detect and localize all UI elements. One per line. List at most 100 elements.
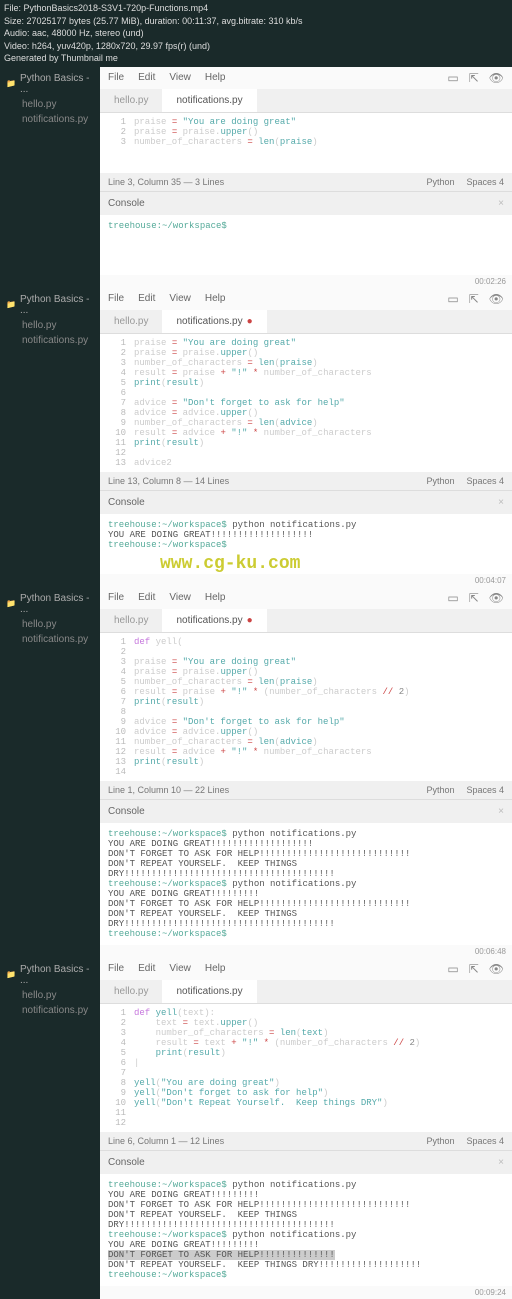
pointer-icon[interactable]: ⇱ — [469, 292, 479, 306]
file-hello-py[interactable]: hello.py — [0, 318, 100, 333]
menu-file[interactable]: File — [108, 963, 124, 974]
status-spaces[interactable]: Spaces 4 — [466, 785, 504, 795]
pointer-icon[interactable]: ⇱ — [469, 71, 479, 85]
line-number: 9 — [108, 717, 126, 727]
folder-icon: 📁 — [6, 599, 16, 608]
tab-hello[interactable]: hello.py — [100, 609, 162, 632]
menu-help[interactable]: Help — [205, 72, 226, 83]
code-line: 6 — [108, 388, 504, 398]
status-spaces[interactable]: Spaces 4 — [466, 476, 504, 486]
status-language[interactable]: Python — [426, 1136, 454, 1146]
line-number: 7 — [108, 697, 126, 707]
menu-edit[interactable]: Edit — [138, 293, 155, 304]
file-notifications-py[interactable]: notifications.py — [0, 632, 100, 647]
menu-file[interactable]: File — [108, 592, 124, 603]
meta-size: Size: 27025177 bytes (25.77 MiB), durati… — [4, 15, 508, 28]
preview-icon[interactable]: ▭ — [447, 71, 458, 85]
line-number: 10 — [108, 1098, 126, 1108]
pointer-icon[interactable]: ⇱ — [469, 591, 479, 605]
console-output[interactable]: treehouse:~/workspace$ — [100, 215, 512, 275]
menu-edit[interactable]: Edit — [138, 72, 155, 83]
line-number: 11 — [108, 1108, 126, 1118]
tab-notifications[interactable]: notifications.py — [162, 89, 256, 112]
code-editor[interactable]: 1def yell(23praise = "You are doing grea… — [100, 633, 512, 781]
line-number: 5 — [108, 1048, 126, 1058]
console-close-icon[interactable]: × — [498, 198, 504, 209]
eye-icon[interactable]: 👁 — [489, 71, 504, 85]
folder-label: Python Basics - ... — [20, 964, 94, 986]
status-language[interactable]: Python — [426, 476, 454, 486]
preview-icon[interactable]: ▭ — [447, 591, 458, 605]
code-editor[interactable]: 1praise = "You are doing great"2praise =… — [100, 113, 512, 173]
folder-python-basics[interactable]: 📁Python Basics - ... — [0, 591, 100, 617]
editor-tabs: hello.py notifications.py● — [100, 609, 512, 633]
preview-icon[interactable]: ▭ — [447, 292, 458, 306]
console-close-icon[interactable]: × — [498, 806, 504, 817]
code-line: 6result = praise + "!" * (number_of_char… — [108, 687, 504, 697]
code-line: 10result = advice + "!" * number_of_char… — [108, 428, 504, 438]
code-line: 1def yell( — [108, 637, 504, 647]
code-editor[interactable]: 1def yell(text):2 text = text.upper()3 n… — [100, 1004, 512, 1132]
menu-help[interactable]: Help — [205, 293, 226, 304]
menu-edit[interactable]: Edit — [138, 963, 155, 974]
line-number: 14 — [108, 767, 126, 777]
menu-help[interactable]: Help — [205, 592, 226, 603]
line-number: 3 — [108, 358, 126, 368]
tab-hello[interactable]: hello.py — [100, 980, 162, 1003]
code-line: 2praise = praise.upper() — [108, 127, 504, 137]
code-line: 7 — [108, 1068, 504, 1078]
console-header: Console × — [100, 1150, 512, 1174]
folder-icon: 📁 — [6, 300, 16, 309]
file-notifications-py[interactable]: notifications.py — [0, 112, 100, 127]
menu-view[interactable]: View — [169, 592, 191, 603]
menu-edit[interactable]: Edit — [138, 592, 155, 603]
console-close-icon[interactable]: × — [498, 497, 504, 508]
status-language[interactable]: Python — [426, 785, 454, 795]
file-notifications-py[interactable]: notifications.py — [0, 333, 100, 348]
tab-notifications[interactable]: notifications.py● — [162, 310, 266, 333]
line-number: 12 — [108, 747, 126, 757]
console-output[interactable]: treehouse:~/workspace$ python notificati… — [100, 1174, 512, 1286]
tab-hello[interactable]: hello.py — [100, 310, 162, 333]
file-notifications-py[interactable]: notifications.py — [0, 1003, 100, 1018]
status-spaces[interactable]: Spaces 4 — [466, 1136, 504, 1146]
tab-hello[interactable]: hello.py — [100, 89, 162, 112]
console-output[interactable]: treehouse:~/workspace$ python notificati… — [100, 823, 512, 945]
video-metadata: File: PythonBasics2018-S3V1-720p-Functio… — [0, 0, 512, 67]
code-line: 3number_of_characters = len(praise) — [108, 137, 504, 147]
menu-help[interactable]: Help — [205, 963, 226, 974]
eye-icon[interactable]: 👁 — [489, 962, 504, 976]
menu-view[interactable]: View — [169, 963, 191, 974]
pointer-icon[interactable]: ⇱ — [469, 962, 479, 976]
folder-python-basics[interactable]: 📁Python Basics - ... — [0, 962, 100, 988]
file-hello-py[interactable]: hello.py — [0, 988, 100, 1003]
menu-file[interactable]: File — [108, 293, 124, 304]
eye-icon[interactable]: 👁 — [489, 591, 504, 605]
menu-file[interactable]: File — [108, 72, 124, 83]
menu-view[interactable]: View — [169, 293, 191, 304]
folder-python-basics[interactable]: 📁Python Basics - ... — [0, 71, 100, 97]
status-bar: Line 1, Column 10 — 22 Lines Python Spac… — [100, 781, 512, 799]
code-line: 5print(result) — [108, 378, 504, 388]
file-hello-py[interactable]: hello.py — [0, 617, 100, 632]
editor-tabs: hello.py notifications.py — [100, 980, 512, 1004]
tab-notifications[interactable]: notifications.py — [162, 980, 256, 1003]
console-label: Console — [108, 198, 145, 209]
line-number: 13 — [108, 757, 126, 767]
status-spaces[interactable]: Spaces 4 — [466, 177, 504, 187]
file-hello-py[interactable]: hello.py — [0, 97, 100, 112]
console-close-icon[interactable]: × — [498, 1157, 504, 1168]
console-output[interactable]: treehouse:~/workspace$ python notificati… — [100, 514, 512, 574]
status-language[interactable]: Python — [426, 177, 454, 187]
folder-python-basics[interactable]: 📁Python Basics - ... — [0, 292, 100, 318]
menu-view[interactable]: View — [169, 72, 191, 83]
preview-icon[interactable]: ▭ — [447, 962, 458, 976]
console-header: Console × — [100, 490, 512, 514]
tab-notifications[interactable]: notifications.py● — [162, 609, 266, 632]
meta-gen: Generated by Thumbnail me — [4, 52, 508, 65]
timestamp: 00:02:26 — [100, 275, 512, 288]
code-editor[interactable]: 1praise = "You are doing great"2praise =… — [100, 334, 512, 472]
code-line: 7advice = "Don't forget to ask for help" — [108, 398, 504, 408]
eye-icon[interactable]: 👁 — [489, 292, 504, 306]
modified-indicator: ● — [247, 615, 253, 626]
